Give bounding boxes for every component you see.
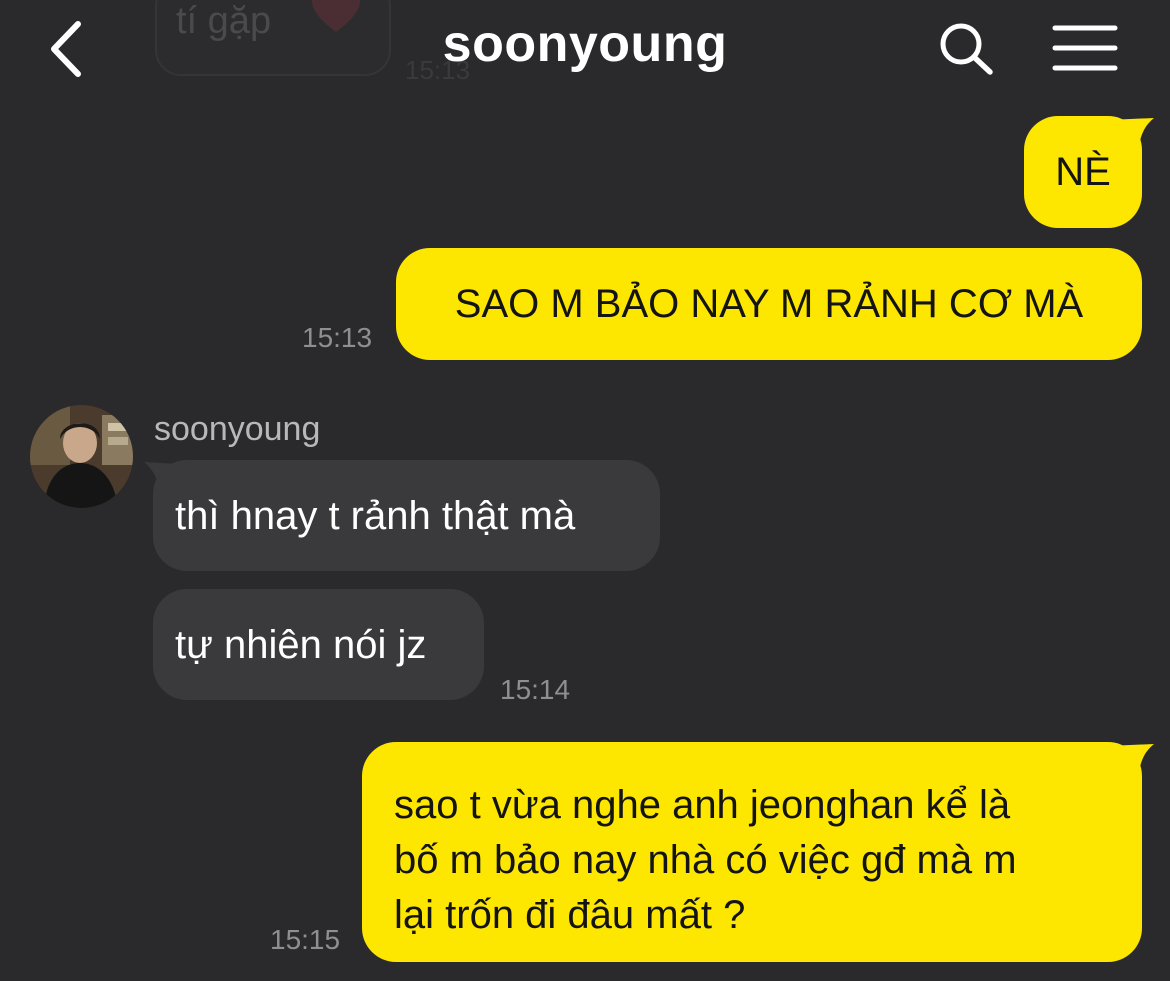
- message-text-line: bố m bảo nay nhà có việc gđ mà m: [394, 838, 1017, 882]
- message-text: thì hnay t rảnh thật mà: [175, 493, 576, 538]
- hamburger-menu-icon[interactable]: [1052, 24, 1118, 72]
- message-timestamp: 15:14: [500, 674, 571, 705]
- profile-photo: [30, 405, 133, 508]
- message-timestamp: 15:15: [270, 924, 341, 955]
- sender-name: soonyoung: [154, 410, 321, 448]
- message-text: tự nhiên nói jz: [175, 622, 427, 667]
- message-text: SAO M BẢO NAY M RẢNH CƠ MÀ: [454, 282, 1084, 326]
- message-bubble-outgoing[interactable]: SAO M BẢO NAY M RẢNH CƠ MÀ: [396, 248, 1142, 360]
- message-bubble-outgoing[interactable]: NÈ: [1024, 116, 1142, 228]
- message-text-line: lại trốn đi đâu mất ?: [394, 893, 746, 937]
- message-bubble-outgoing[interactable]: sao t vừa nghe anh jeonghan kể là bố m b…: [362, 742, 1142, 962]
- message-timestamp: 15:13: [302, 322, 373, 353]
- avatar[interactable]: [30, 405, 133, 508]
- message-text: NÈ: [1055, 150, 1111, 194]
- message-bubble-incoming[interactable]: thì hnay t rảnh thật mà: [153, 460, 660, 571]
- message-text-line: sao t vừa nghe anh jeonghan kể là: [394, 783, 1011, 827]
- message-bubble-incoming[interactable]: tự nhiên nói jz: [153, 589, 484, 700]
- search-icon[interactable]: [935, 20, 997, 78]
